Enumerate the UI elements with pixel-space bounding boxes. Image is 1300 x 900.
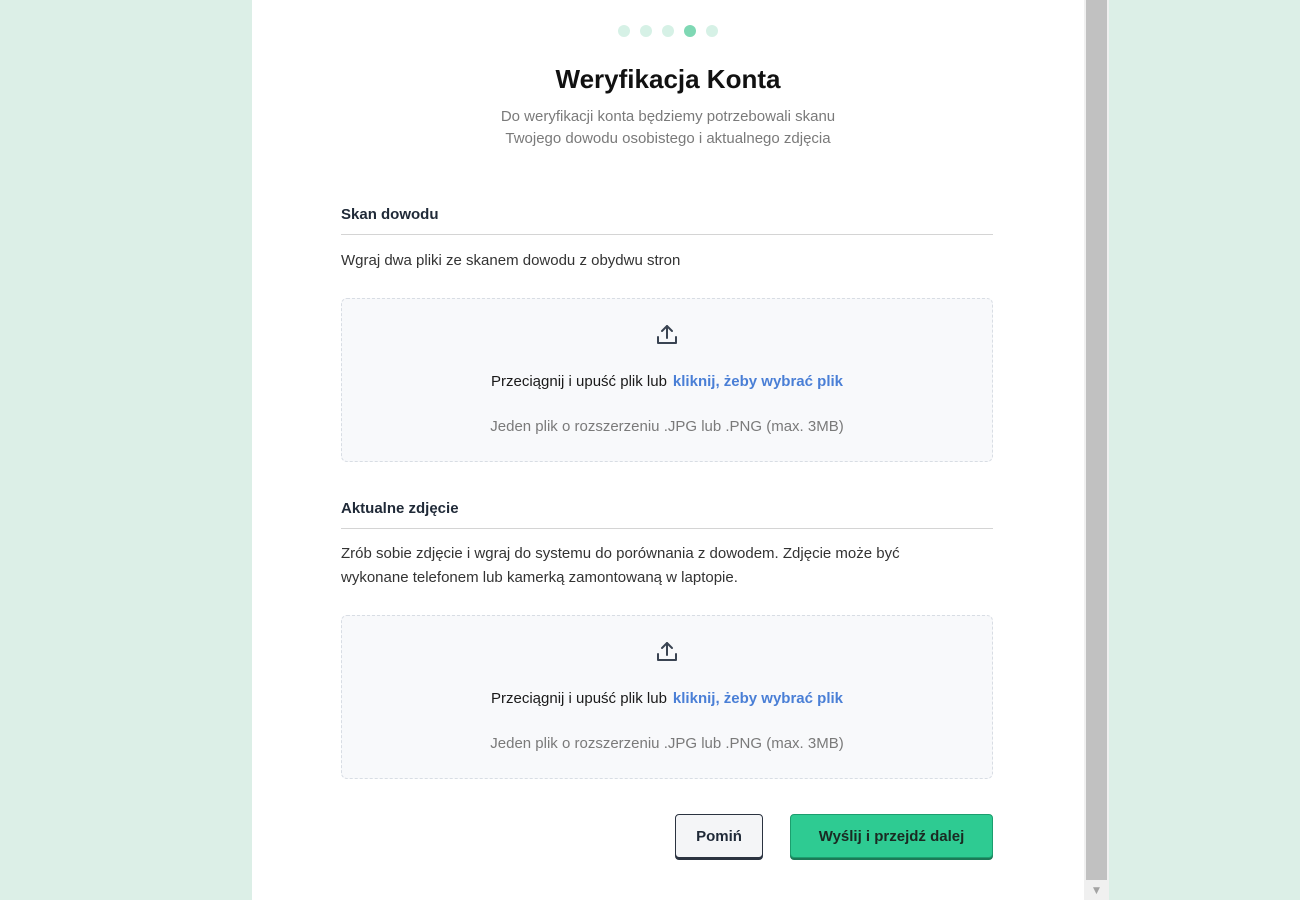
upload-icon (657, 642, 677, 661)
submit-next-button[interactable]: Wyślij i przejdź dalej (790, 814, 993, 858)
subtitle-line-1: Do weryfikacji konta będziemy potrzebowa… (500, 108, 836, 125)
page: Weryfikacja Konta Do weryfikacji konta b… (0, 0, 1300, 900)
dropzone-instruction: Przeciągnij i upuść plik lub kliknij, żeb… (342, 373, 992, 390)
skip-button[interactable]: Pomiń (675, 814, 763, 858)
id-scan-heading: Skan dowodu (341, 206, 993, 235)
vertical-scrollbar[interactable]: ▼ (1084, 0, 1109, 900)
photo-description: Zrób sobie zdjęcie i wgraj do systemu do… (341, 542, 993, 590)
dropzone-instruction: Przeciągnij i upuść plik lub kliknij, żeb… (342, 690, 992, 707)
dropzone-hint: Jeden plik o rozszerzeniu .JPG lub .PNG … (490, 418, 844, 435)
subtitle-line-2: Twojego dowodu osobistego i aktualnego z… (505, 130, 831, 147)
step-dot-5 (706, 25, 718, 37)
verification-card: Weryfikacja Konta Do weryfikacji konta b… (252, 0, 1084, 900)
step-dot-1 (618, 25, 630, 37)
dropzone-hint: Jeden plik o rozszerzeniu .JPG lub .PNG … (490, 735, 844, 752)
dropzone-text: Przeciągnij i upuść plik lub (491, 690, 667, 707)
step-indicator (252, 25, 1084, 37)
dropzone-text: Przeciągnij i upuść plik lub (491, 373, 667, 390)
scroll-down-arrow-icon[interactable]: ▼ (1084, 882, 1109, 900)
upload-icon (657, 325, 677, 344)
step-dot-4-active (684, 25, 696, 37)
scrollbar-thumb[interactable] (1086, 0, 1107, 880)
step-dot-3 (662, 25, 674, 37)
choose-file-link[interactable]: kliknij, żeby wybrać plik (673, 373, 843, 390)
page-subtitle: Do weryfikacji konta będziemy potrzebowa… (252, 106, 1084, 150)
photo-description-line-1: Zrób sobie zdjęcie i wgraj do systemu do… (341, 545, 900, 562)
id-scan-dropzone[interactable]: Przeciągnij i upuść plik lub kliknij, żeb… (341, 298, 993, 462)
id-scan-description: Wgraj dwa pliki ze skanem dowodu z obydw… (341, 252, 681, 269)
step-dot-2 (640, 25, 652, 37)
page-title: Weryfikacja Konta (555, 64, 781, 94)
photo-description-line-2: wykonane telefonem lub kamerką zamontowa… (341, 569, 738, 586)
choose-file-link[interactable]: kliknij, żeby wybrać plik (673, 690, 843, 707)
photo-heading: Aktualne zdjęcie (341, 500, 993, 529)
photo-dropzone[interactable]: Przeciągnij i upuść plik lub kliknij, żeb… (341, 615, 993, 779)
